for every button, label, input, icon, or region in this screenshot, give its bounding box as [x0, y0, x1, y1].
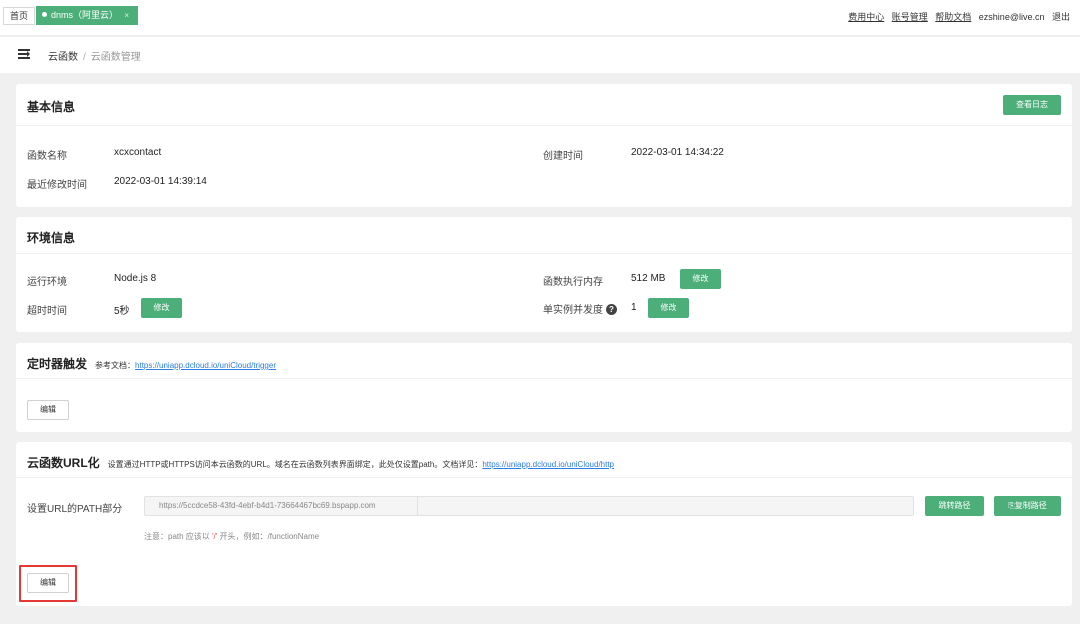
function-name-label: 函数名称: [27, 151, 67, 162]
environment-title: 环境信息: [27, 231, 76, 245]
path-hint-prefix: 注意：path 应该以: [144, 532, 213, 541]
help-icon[interactable]: ?: [606, 303, 617, 315]
timer-trigger-card: 定时器触发 参考文档：https://uniapp.dcloud.io/uniCl…: [16, 343, 1072, 432]
timeout-label: 超时时间: [27, 306, 67, 317]
path-input-divider: [417, 497, 418, 515]
jump-path-button[interactable]: 跳转路径: [925, 496, 984, 516]
timer-edit-button[interactable]: 编辑: [27, 400, 69, 420]
timer-note-prefix: 参考文档：: [95, 361, 136, 370]
url-title: 云函数URL化 设置通过HTTP或HTTPS访问本云函数的URL。域名在云函数列表…: [27, 454, 614, 471]
path-label: 设置URL的PATH部分: [27, 504, 123, 515]
runtime-label: 运行环境: [27, 277, 67, 288]
path-input[interactable]: https://5ccdce58-43fd-4ebf-b4d1-73664467…: [144, 496, 914, 516]
breadcrumb: 云函数 / 云函数管理: [48, 48, 141, 63]
url-doc-link[interactable]: https://uniapp.dcloud.io/uniCloud/http: [482, 460, 614, 469]
memory-modify-button[interactable]: 修改: [680, 269, 721, 289]
timer-trigger-note: 参考文档：https://uniapp.dcloud.io/uniCloud/t…: [95, 361, 276, 370]
user-email: ezshine@live.cn: [978, 12, 1045, 22]
created-time-value: 2022-03-01 14:34:22: [631, 147, 724, 158]
modified-time-value: 2022-03-01 14:39:14: [114, 176, 207, 187]
logout-link[interactable]: 退出: [1052, 12, 1070, 22]
path-input-value: https://5ccdce58-43fd-4ebf-b4d1-73664467…: [159, 501, 376, 510]
url-note: 设置通过HTTP或HTTPS访问本云函数的URL。域名在云函数列表界面绑定，此处…: [108, 460, 614, 469]
status-dot-icon: [42, 12, 47, 18]
memory-label: 函数执行内存: [543, 277, 603, 288]
url-note-prefix: 设置通过HTTP或HTTPS访问本云函数的URL。域名在云函数列表界面绑定，此处…: [107, 460, 483, 469]
timer-doc-link[interactable]: https://uniapp.dcloud.io/uniCloud/trigge…: [135, 361, 276, 370]
url-card: 云函数URL化 设置通过HTTP或HTTPS访问本云函数的URL。域名在云函数列表…: [16, 442, 1072, 606]
timer-trigger-header: 定时器触发 参考文档：https://uniapp.dcloud.io/uniCl…: [16, 343, 1072, 379]
function-name-value: xcxcontact: [114, 147, 162, 158]
link-account[interactable]: 账号管理: [892, 12, 928, 22]
timer-trigger-title-text: 定时器触发: [27, 357, 88, 371]
breadcrumb-separator: /: [83, 52, 86, 63]
top-right-links: 费用中心 账号管理 帮助文档 ezshine@live.cn 退出: [843, 10, 1070, 23]
concurrency-value: 1: [631, 302, 637, 313]
timeout-value: 5秒: [114, 306, 130, 317]
copy-path-button[interactable]: ⎘复制路径: [994, 496, 1061, 516]
concurrency-label: 单实例并发度?: [543, 301, 617, 316]
path-hint-suffix: 开头，例如：/functionName: [217, 532, 320, 541]
breadcrumb-parent[interactable]: 云函数: [48, 52, 78, 63]
highlight-box: [19, 565, 77, 602]
created-time-label: 创建时间: [543, 151, 583, 162]
environment-card: 环境信息 运行环境 Node.js 8 函数执行内存 512 MB 修改 超时时…: [16, 217, 1072, 332]
copy-path-label: 复制路径: [1014, 501, 1047, 510]
concurrency-label-text: 单实例并发度: [543, 305, 603, 316]
path-hint: 注意：path 应该以 '/' 开头，例如：/functionName: [144, 531, 319, 542]
url-title-text: 云函数URL化: [27, 456, 100, 470]
basic-info-header: 基本信息 查看日志: [16, 84, 1072, 126]
timeout-modify-button[interactable]: 修改: [141, 298, 182, 318]
top-bar: 首页 dnms（阿里云） × 费用中心 账号管理 帮助文档 ezshine@li…: [0, 0, 1080, 36]
link-help-docs[interactable]: 帮助文档: [935, 12, 971, 22]
memory-value: 512 MB: [631, 273, 666, 284]
runtime-value: Node.js 8: [114, 273, 157, 284]
breadcrumb-current: 云函数管理: [90, 52, 141, 63]
menu-toggle-icon[interactable]: [18, 49, 30, 60]
view-log-button[interactable]: 查看日志: [1003, 95, 1061, 115]
close-icon[interactable]: ×: [124, 6, 129, 25]
basic-info-title: 基本信息: [27, 100, 76, 114]
link-billing[interactable]: 费用中心: [848, 12, 884, 22]
tab-dnms[interactable]: dnms（阿里云） ×: [36, 6, 138, 25]
breadcrumb-bar: 云函数 / 云函数管理: [0, 37, 1080, 73]
concurrency-modify-button[interactable]: 修改: [648, 298, 689, 318]
basic-info-card: 基本信息 查看日志 函数名称 xcxcontact 创建时间 2022-03-0…: [16, 84, 1072, 207]
environment-header: 环境信息: [16, 217, 1072, 254]
modified-time-label: 最近修改时间: [27, 180, 87, 191]
tab-home[interactable]: 首页: [3, 7, 36, 25]
tab-dnms-label: dnms（阿里云）: [51, 10, 119, 20]
url-header: 云函数URL化 设置通过HTTP或HTTPS访问本云函数的URL。域名在云函数列表…: [16, 442, 1072, 478]
timer-trigger-title: 定时器触发 参考文档：https://uniapp.dcloud.io/uniCl…: [27, 355, 276, 372]
